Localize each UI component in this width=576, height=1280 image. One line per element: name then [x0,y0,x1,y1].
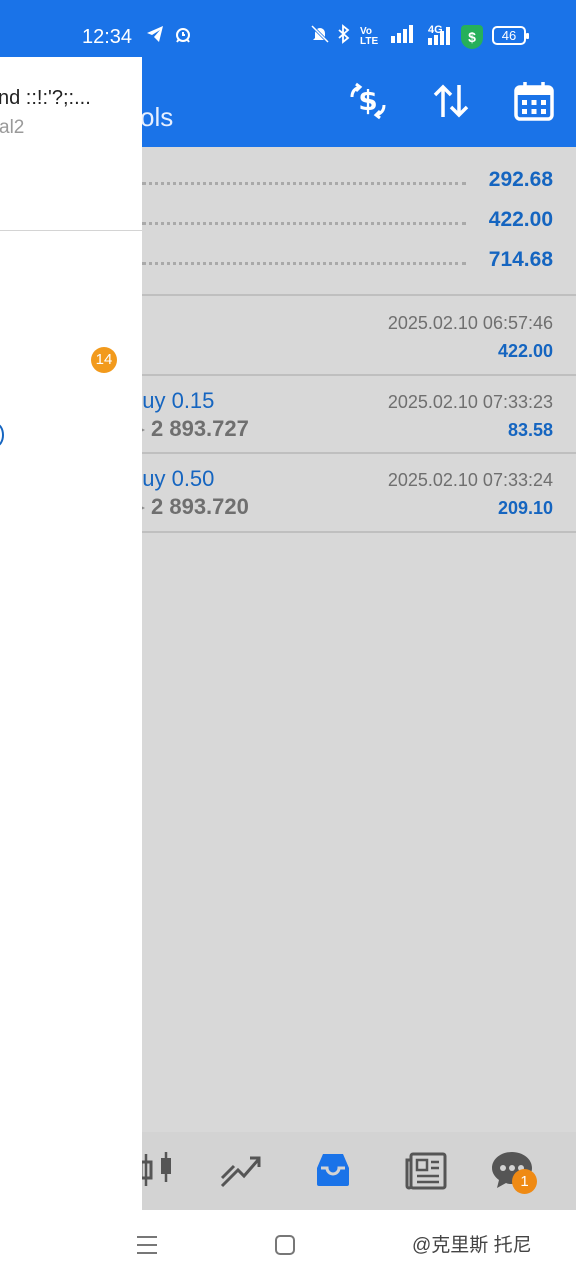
summary-value: 292.68 [488,168,553,191]
clock: 12:34 [82,26,133,48]
telegram-icon [147,26,163,42]
deal-price-value: 2 893.727 [151,416,249,441]
deal-title: buy 0.50 [130,466,215,491]
summary-row: 292.68 [142,160,576,200]
svg-text:$: $ [358,84,377,117]
menu-icon[interactable] [136,1234,158,1256]
deal-price: 2 893.720 [137,494,249,520]
navigation-drawer: nd ::!:'?;:... al2 14 [0,57,142,1210]
summary-section: 292.68 422.00 714.68 [142,160,576,280]
trade-icon[interactable] [216,1146,264,1194]
summary-row: 422.00 [142,200,576,240]
deal-time: 2025.02.10 07:33:24 [387,470,553,490]
dotted-leader [142,182,466,185]
deal-title: buy 0.15 [130,388,215,413]
currency-exchange-icon[interactable]: $ [346,79,390,123]
status-bar: 12:34 Vo LTE 4G $ 46 [0,0,576,57]
calendar-icon[interactable] [512,79,556,123]
dotted-leader [142,222,466,225]
deal-row[interactable]: 2025.02.10 06:57:46 422.00 [142,297,576,375]
security-shield-icon: $ [461,25,483,49]
divider [142,531,576,533]
news-icon[interactable] [403,1146,451,1194]
bottom-navigation [139,1132,576,1210]
signal-icon [391,25,413,43]
sort-icon[interactable] [429,79,473,123]
summary-row: 714.68 [142,240,576,280]
deal-amount: 422.00 [497,341,553,361]
summary-value: 714.68 [488,248,553,271]
deal-amount: 83.58 [507,420,553,440]
watermark-text: @克里斯 托尼 [412,1235,532,1256]
drawer-divider [0,230,142,231]
screen: 12:34 Vo LTE 4G $ 46 ols $ 292.68 422.00… [0,0,576,1280]
battery-indicator: 46 [492,26,529,45]
drawer-item-icon [0,423,4,447]
signal-icon-2 [428,27,450,45]
home-icon[interactable] [274,1234,296,1256]
divider [142,294,576,296]
account-name: nd ::!:'?;:... [0,87,91,109]
deal-price: 2 893.727 [137,416,249,442]
deal-row[interactable]: buy 0.15 2 893.727 2025.02.10 07:33:23 8… [130,376,576,454]
volte-label: Vo LTE [360,26,379,47]
account-server: al2 [0,117,25,138]
deal-time: 2025.02.10 06:57:46 [387,313,553,333]
summary-value: 422.00 [488,208,553,231]
system-navigation-bar: @克里斯 托尼 [0,1210,576,1280]
history-inbox-icon[interactable] [309,1146,357,1194]
deal-row[interactable]: buy 0.50 2 893.720 2025.02.10 07:33:24 2… [130,454,576,532]
deal-price-value: 2 893.720 [151,494,249,519]
bluetooth-icon [338,24,350,44]
deal-amount: 209.10 [497,498,553,518]
alarm-icon [176,28,190,43]
page-title: ols [140,102,174,132]
dotted-leader [142,262,466,265]
mailbox-badge: 14 [91,347,117,373]
chat-unread-badge: 1 [512,1169,537,1194]
deal-time: 2025.02.10 07:33:23 [387,392,553,412]
mute-bell-icon [311,24,329,44]
